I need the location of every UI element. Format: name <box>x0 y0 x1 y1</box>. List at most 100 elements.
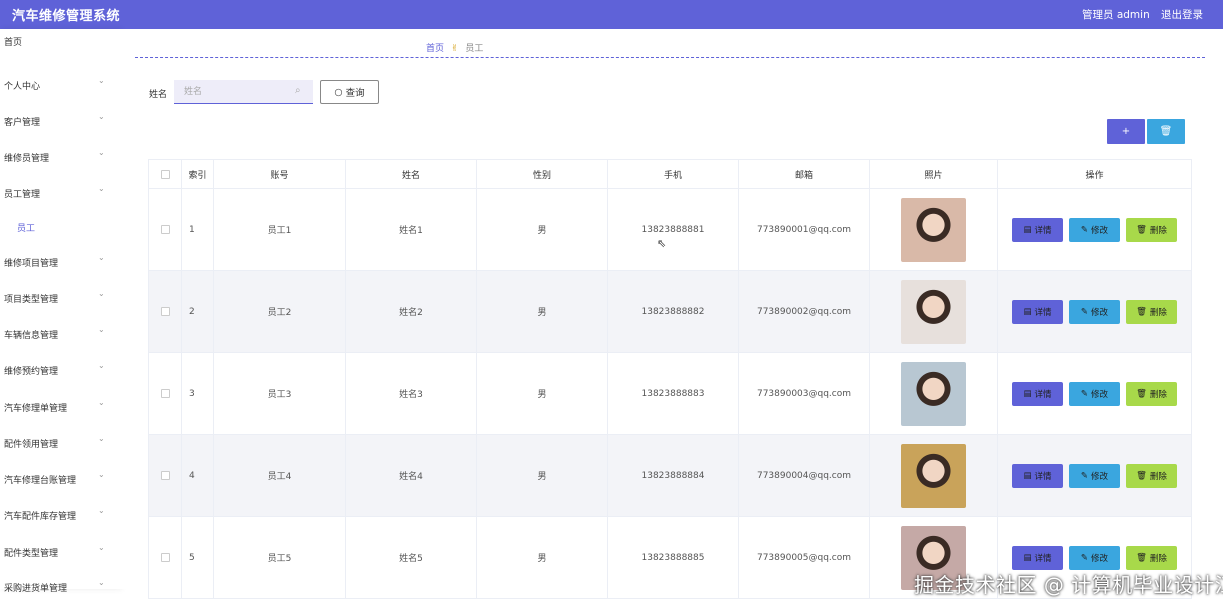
sidebar-item[interactable]: 配件领用管理 ⌄ <box>0 433 120 453</box>
sidebar-item[interactable]: 配件类型管理 ⌄ <box>0 542 120 562</box>
sidebar-item[interactable]: 汽车修理单管理 ⌄ <box>0 397 120 417</box>
trash-icon: 🗑 <box>1159 126 1173 137</box>
detail-label: 详情 <box>1034 553 1052 564</box>
delete-button[interactable]: 🗑 删除 <box>1126 545 1177 570</box>
header-index: 索引 <box>182 160 214 189</box>
cell-name: 姓名3 <box>346 353 477 434</box>
table-row[interactable]: 1 员工1 姓名1 男 13823888881 773890001@qq.com ▤ 详情 ✎ 修… <box>148 189 1192 271</box>
sidebar-item[interactable]: 维修员管理 ⌄ <box>0 147 120 167</box>
detail-button[interactable]: ▤ 详情 <box>1012 381 1063 406</box>
sidebar-item-label: 首页 <box>4 38 23 48</box>
query-button[interactable]: ○ 查询 <box>320 80 379 104</box>
sidebar-item[interactable]: 客户管理 ⌄ <box>0 111 120 131</box>
sidebar-item[interactable]: 采购进货单管理 ⌄ <box>0 577 120 597</box>
row-checkbox[interactable] <box>160 553 170 562</box>
chevron-down-icon: ⌄ <box>98 148 105 157</box>
sidebar-item-label: 维修项目管理 <box>4 259 59 269</box>
chevron-down-icon: ⌄ <box>98 543 105 552</box>
chevron-down-icon: ⌄ <box>98 434 105 443</box>
employee-photo[interactable] <box>901 443 966 508</box>
main-content: 首页 ✌ 员工 姓名 ⌕ ○ 查询 + 🗑 索引 账号 姓名 性别 手机 邮箱 … <box>120 29 1223 599</box>
sidebar-item[interactable]: 员工管理 ⌄ <box>0 183 120 203</box>
cell-name: 姓名2 <box>346 271 477 352</box>
row-select-cell <box>149 517 182 598</box>
cell-email: 773890002@qq.com <box>739 271 870 352</box>
detail-button[interactable]: ▤ 详情 <box>1012 545 1063 570</box>
table-row[interactable]: 2 员工2 姓名2 男 13823888882 773890002@qq.com ▤ 详情 ✎ 修… <box>148 271 1192 353</box>
cell-phone: 13823888885 <box>608 517 739 598</box>
delete-label: 删除 <box>1149 307 1167 318</box>
cell-name: 姓名4 <box>346 435 477 516</box>
sidebar-item[interactable]: 汽车修理台账管理 ⌄ <box>0 469 120 489</box>
row-select-cell <box>149 435 182 516</box>
employee-photo[interactable] <box>901 197 966 262</box>
delete-label: 删除 <box>1149 389 1167 400</box>
detail-icon: ▤ <box>1023 552 1032 563</box>
breadcrumb-home[interactable]: 首页 <box>426 44 444 54</box>
edit-button[interactable]: ✎ 修改 <box>1069 217 1120 242</box>
chevron-down-icon: ⌄ <box>98 361 105 370</box>
plus-icon: + <box>1121 126 1131 137</box>
chevron-down-icon: ⌄ <box>98 470 105 479</box>
row-checkbox[interactable] <box>160 471 170 480</box>
sidebar-item-label: 配件领用管理 <box>4 440 59 450</box>
detail-label: 详情 <box>1034 389 1052 400</box>
edit-button[interactable]: ✎ 修改 <box>1069 463 1120 488</box>
sidebar-item[interactable]: 首页 <box>0 31 120 51</box>
batch-delete-button[interactable]: 🗑 <box>1147 119 1185 144</box>
edit-icon: ✎ <box>1080 552 1089 563</box>
header-actions: 操作 <box>998 160 1192 189</box>
select-all-checkbox[interactable] <box>160 170 170 179</box>
row-select-cell <box>149 271 182 352</box>
employee-table: 索引 账号 姓名 性别 手机 邮箱 照片 操作 1 员工1 姓名1 男 13823888… <box>148 159 1192 599</box>
delete-button[interactable]: 🗑 删除 <box>1126 381 1177 406</box>
cell-index: 2 <box>182 271 214 352</box>
sidebar-item[interactable]: 项目类型管理 ⌄ <box>0 288 120 308</box>
current-user[interactable]: 管理员 admin <box>1082 7 1150 22</box>
logout-link[interactable]: 退出登录 <box>1161 7 1203 22</box>
cell-index: 1 <box>182 189 214 270</box>
cell-photo <box>870 189 998 270</box>
cell-email: 773890004@qq.com <box>739 435 870 516</box>
edit-label: 修改 <box>1091 553 1109 564</box>
delete-button[interactable]: 🗑 删除 <box>1126 463 1177 488</box>
cell-email: 773890003@qq.com <box>739 353 870 434</box>
cell-account: 员工4 <box>214 435 346 516</box>
detail-button[interactable]: ▤ 详情 <box>1012 299 1063 324</box>
app-title: 汽车维修管理系统 <box>12 9 121 24</box>
sidebar-item-label: 车辆信息管理 <box>4 331 59 341</box>
table-header: 索引 账号 姓名 性别 手机 邮箱 照片 操作 <box>148 159 1192 189</box>
trash-icon: 🗑 <box>1136 470 1147 481</box>
row-checkbox[interactable] <box>160 307 170 316</box>
edit-icon: ✎ <box>1080 470 1089 481</box>
top-bar: 汽车维修管理系统 管理员 admin 退出登录 <box>0 0 1223 29</box>
detail-button[interactable]: ▤ 详情 <box>1012 217 1063 242</box>
employee-photo[interactable] <box>901 279 966 344</box>
name-search-input[interactable] <box>174 80 313 104</box>
add-button[interactable]: + <box>1107 119 1145 144</box>
sidebar-item[interactable]: 维修预约管理 ⌄ <box>0 360 120 380</box>
cell-name: 姓名1 <box>346 189 477 270</box>
chevron-down-icon: ⌄ <box>98 398 105 407</box>
sidebar-item[interactable]: 车辆信息管理 ⌄ <box>0 324 120 344</box>
row-checkbox[interactable] <box>160 389 170 398</box>
row-checkbox[interactable] <box>160 225 170 234</box>
sidebar-item[interactable]: 维修项目管理 ⌄ <box>0 252 120 272</box>
edit-button[interactable]: ✎ 修改 <box>1069 381 1120 406</box>
sidebar-item[interactable]: 汽车配件库存管理 ⌄ <box>0 505 120 525</box>
edit-button[interactable]: ✎ 修改 <box>1069 299 1120 324</box>
employee-photo[interactable] <box>901 361 966 426</box>
cell-phone: 13823888884 <box>608 435 739 516</box>
sidebar-item[interactable]: 员工 <box>0 217 120 237</box>
cell-email: 773890005@qq.com <box>739 517 870 598</box>
table-row[interactable]: 4 员工4 姓名4 男 13823888884 773890004@qq.com ▤ 详情 ✎ 修… <box>148 435 1192 517</box>
chevron-down-icon: ⌄ <box>98 184 105 193</box>
detail-button[interactable]: ▤ 详情 <box>1012 463 1063 488</box>
table-row[interactable]: 3 员工3 姓名3 男 13823888883 773890003@qq.com ▤ 详情 ✎ 修… <box>148 353 1192 435</box>
edit-label: 修改 <box>1091 471 1109 482</box>
edit-button[interactable]: ✎ 修改 <box>1069 545 1120 570</box>
delete-button[interactable]: 🗑 删除 <box>1126 217 1177 242</box>
delete-button[interactable]: 🗑 删除 <box>1126 299 1177 324</box>
cell-account: 员工5 <box>214 517 346 598</box>
sidebar-item[interactable]: 个人中心 ⌄ <box>0 75 120 95</box>
